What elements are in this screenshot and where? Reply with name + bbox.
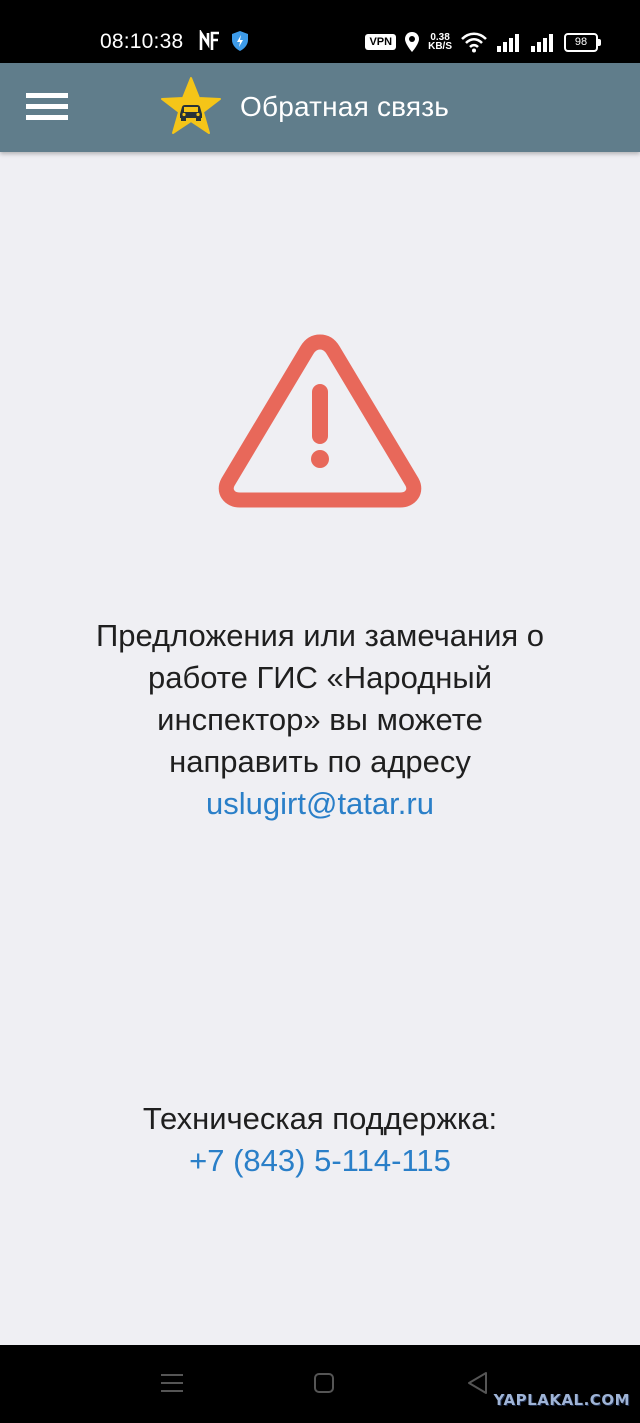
message-line: направить по адресу [169,744,471,779]
vpn-badge: VPN [365,34,397,50]
location-icon [405,32,420,52]
warning-triangle-icon [218,334,422,508]
message-line: Предложения или замечания о [95,618,545,653]
net-speed: 0.38 KB/S [428,32,452,52]
signal-icon [531,34,553,52]
hamburger-menu-icon [26,93,68,120]
support-label: Техническая поддержка: [142,1101,498,1136]
feedback-message: Предложения или замечания о работе ГИС «… [20,615,620,825]
watermark: YAPLAKAL.COM [493,1391,630,1409]
home-icon[interactable] [313,1371,335,1395]
system-nav-bar: YAPLAKAL.COM [0,1345,640,1423]
status-bar: 08:10:38 VPN 0.38 KB/S 98 [0,0,640,63]
support-section: Техническая поддержка: +7 (843) 5-114-11… [20,1098,620,1182]
back-icon[interactable] [466,1371,488,1395]
signal-icon [497,34,519,52]
message-line: инспектор» вы можете [157,702,483,737]
nfc-icon [199,30,219,50]
menu-button[interactable] [22,87,72,127]
email-link[interactable]: uslugirt@tatar.ru [20,783,620,825]
recents-icon[interactable] [160,1371,184,1395]
page-title: Обратная связь [240,91,450,122]
status-time: 08:10:38 [100,30,184,53]
battery-indicator: 98 [564,32,601,52]
shield-icon [232,31,248,51]
wifi-icon [461,32,487,53]
message-line: работе ГИС «Народный [147,660,493,695]
app-bar: Обратная связь [0,63,640,152]
phone-link[interactable]: +7 (843) 5-114-115 [20,1140,620,1182]
star-car-logo-icon [161,77,221,134]
